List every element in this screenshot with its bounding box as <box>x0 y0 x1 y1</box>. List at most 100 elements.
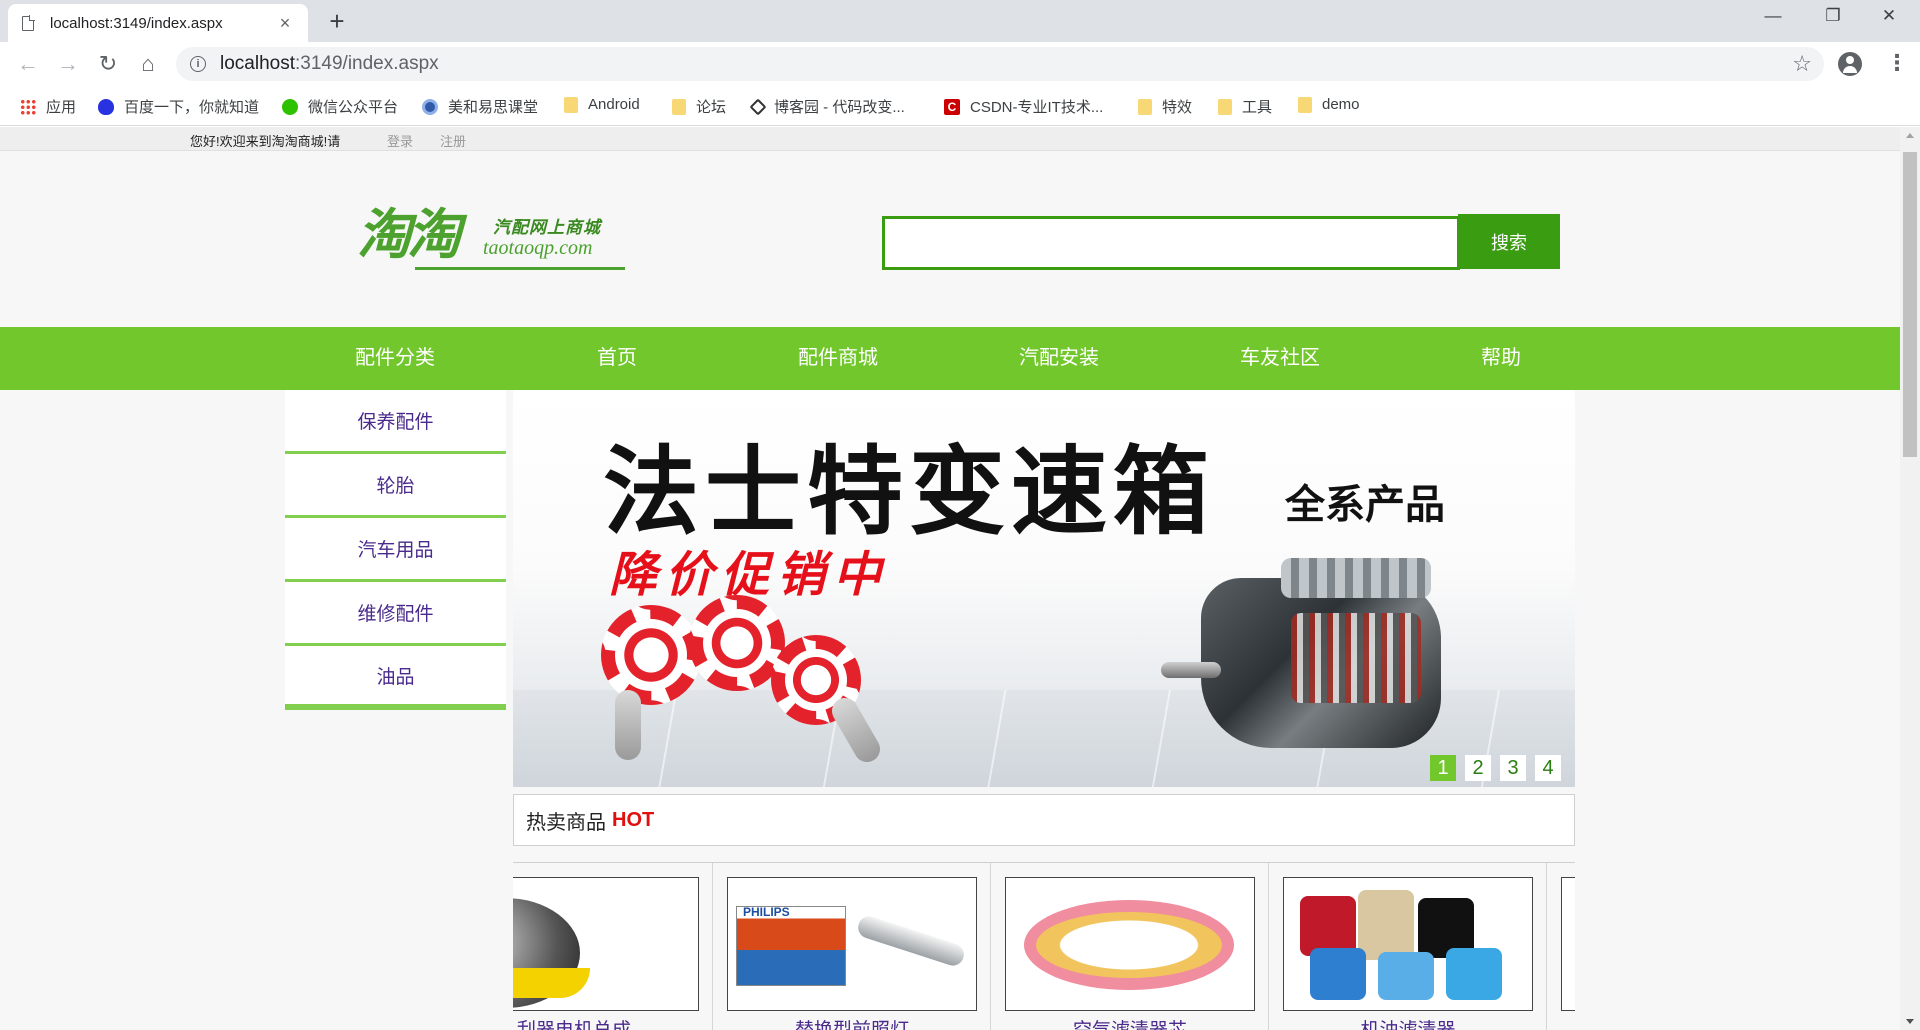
gear-icon <box>601 605 701 705</box>
page-viewport: 您好!欢迎来到淘淘商城!请 登录 注册 淘淘 汽配网上商城 taotaoqp.c… <box>0 127 1900 1030</box>
promo-banner[interactable]: 法士特变速箱 全系产品 降价促销中 1 2 3 4 <box>513 390 1575 787</box>
bookmark-label: 特效 <box>1162 99 1193 116</box>
scroll-thumb[interactable] <box>1903 152 1917 457</box>
product-image[interactable] <box>1283 877 1533 1011</box>
scroll-up-icon[interactable] <box>1906 133 1914 138</box>
bookmark-label: 工具 <box>1242 99 1273 116</box>
scroll-down-icon[interactable] <box>1906 1019 1914 1024</box>
minimize-button[interactable]: — <box>1750 6 1796 26</box>
product-card[interactable] <box>1547 863 1575 1030</box>
tab-title: localhost:3149/index.aspx <box>50 14 223 32</box>
nav-item-categories[interactable]: 配件分类 <box>315 327 475 390</box>
product-image[interactable] <box>1561 877 1575 1011</box>
hot-tag: HOT <box>612 808 655 831</box>
close-window-button[interactable]: ✕ <box>1866 6 1912 26</box>
bookmark-forum[interactable]: 论坛 <box>672 96 726 117</box>
main-nav: 配件分类 首页 配件商城 汽配安装 车友社区 帮助 <box>0 327 1900 390</box>
logo-mark: 淘淘 <box>357 205 461 265</box>
site-info-icon[interactable]: i <box>190 56 206 72</box>
product-image[interactable]: PHILIPS <box>727 877 977 1011</box>
wechat-icon <box>282 98 298 115</box>
nav-item-home[interactable]: 首页 <box>537 327 697 390</box>
bookmark-baidu[interactable]: 百度一下，你就知道 <box>98 96 259 117</box>
slide-dot[interactable]: 1 <box>1430 755 1456 781</box>
category-item-car-supplies[interactable]: 汽车用品 <box>285 518 506 582</box>
bookmark-label: 微信公众平台 <box>308 99 399 116</box>
bookmark-wechat[interactable]: 微信公众平台 <box>282 96 398 117</box>
category-item-oil[interactable]: 油品 <box>285 646 506 710</box>
product-carousel: 刮器电机总成 PHILIPS 替换型前照灯 空气滤清器芯 <box>513 862 1575 1030</box>
search-input[interactable] <box>882 216 1460 270</box>
site-topbar: 您好!欢迎来到淘淘商城!请 登录 注册 <box>0 127 1900 151</box>
product-image[interactable] <box>1005 877 1255 1011</box>
page-scrollbar[interactable] <box>1900 127 1920 1030</box>
url-host: localhost <box>220 53 295 74</box>
bookmark-star-icon[interactable]: ☆ <box>1792 51 1812 77</box>
login-link[interactable]: 登录 <box>387 131 413 150</box>
nav-item-installation[interactable]: 汽配安装 <box>979 327 1139 390</box>
slide-dot[interactable]: 2 <box>1465 755 1491 781</box>
hot-products-header: 热卖商品 HOT <box>513 794 1575 846</box>
category-item-repair-parts[interactable]: 维修配件 <box>285 582 506 646</box>
bookmark-label: CSDN-专业IT技术... <box>970 99 1104 116</box>
csdn-icon: C <box>944 98 960 115</box>
gearbox-image <box>1161 558 1491 768</box>
folder-icon <box>1138 98 1152 115</box>
bookmark-tools[interactable]: 工具 <box>1218 96 1272 117</box>
forward-button[interactable]: → <box>54 50 82 78</box>
url-path: :3149/index.aspx <box>295 53 439 74</box>
back-button[interactable]: ← <box>14 50 42 78</box>
figure-icon <box>615 690 641 760</box>
bookmark-csdn[interactable]: C CSDN-专业IT技术... <box>944 96 1103 117</box>
new-tab-button[interactable]: + <box>322 6 352 37</box>
bookmark-apps[interactable]: 应用 <box>20 96 76 117</box>
meihe-icon <box>422 98 438 115</box>
folder-icon <box>1218 98 1232 115</box>
register-link[interactable]: 注册 <box>440 131 466 150</box>
baidu-icon <box>98 98 114 115</box>
product-card[interactable]: PHILIPS 替换型前照灯 <box>713 863 991 1030</box>
nav-item-help[interactable]: 帮助 <box>1421 327 1581 390</box>
browser-tab-strip: localhost:3149/index.aspx × + — ❐ ✕ <box>0 0 1920 42</box>
product-image[interactable] <box>513 877 699 1011</box>
bookmark-cnblogs[interactable]: 博客园 - 代码改变... <box>749 96 905 117</box>
hot-products-label: 热卖商品 <box>526 811 606 834</box>
product-card[interactable]: 空气滤清器芯 <box>991 863 1269 1030</box>
bookmark-label: 论坛 <box>696 99 727 116</box>
bookmark-android[interactable]: Android <box>564 96 640 113</box>
nav-item-community[interactable]: 车友社区 <box>1200 327 1360 390</box>
reload-button[interactable]: ↻ <box>94 50 122 78</box>
nav-item-parts-mall[interactable]: 配件商城 <box>758 327 918 390</box>
bookmark-label: 博客园 - 代码改变... <box>774 99 905 116</box>
slide-dot[interactable]: 4 <box>1535 755 1561 781</box>
bookmark-effects[interactable]: 特效 <box>1138 96 1192 117</box>
bookmark-demo[interactable]: demo <box>1298 96 1360 113</box>
site-logo[interactable]: 淘淘 汽配网上商城 taotaoqp.com <box>355 203 630 275</box>
category-item-maintenance[interactable]: 保养配件 <box>285 390 506 454</box>
tab-close-icon[interactable]: × <box>276 13 294 34</box>
product-name[interactable]: 空气滤清器芯 <box>991 1015 1269 1030</box>
product-name[interactable]: 机油滤清器 <box>1269 1015 1547 1030</box>
browser-tab[interactable]: localhost:3149/index.aspx × <box>8 4 308 42</box>
product-name[interactable]: 替换型前照灯 <box>713 1015 991 1030</box>
slide-dot[interactable]: 3 <box>1500 755 1526 781</box>
banner-subtitle: 全系产品 <box>1285 483 1445 527</box>
apps-icon <box>20 98 36 115</box>
bookmarks-bar: 应用 百度一下，你就知道 微信公众平台 美和易思课堂 Android 论坛 博客… <box>0 86 1920 126</box>
bookmark-label: demo <box>1322 96 1360 113</box>
folder-icon <box>564 96 578 113</box>
product-card[interactable]: 刮器电机总成 <box>513 863 713 1030</box>
account-icon[interactable] <box>1838 52 1862 76</box>
banner-title: 法士特变速箱 <box>603 439 1215 546</box>
home-button[interactable]: ⌂ <box>134 50 162 78</box>
folder-icon <box>1298 96 1312 113</box>
browser-menu-icon[interactable]: ⋮ <box>1886 50 1908 76</box>
category-item-tires[interactable]: 轮胎 <box>285 454 506 518</box>
product-name[interactable]: 刮器电机总成 <box>513 1015 713 1030</box>
restore-button[interactable]: ❐ <box>1810 6 1856 26</box>
bookmark-label: 百度一下，你就知道 <box>124 99 260 116</box>
search-button[interactable]: 搜索 <box>1458 214 1560 269</box>
product-card[interactable]: 机油滤清器 <box>1269 863 1547 1030</box>
bookmark-meihe[interactable]: 美和易思课堂 <box>422 96 538 117</box>
address-bar[interactable]: i localhost:3149/index.aspx ☆ <box>176 47 1824 81</box>
